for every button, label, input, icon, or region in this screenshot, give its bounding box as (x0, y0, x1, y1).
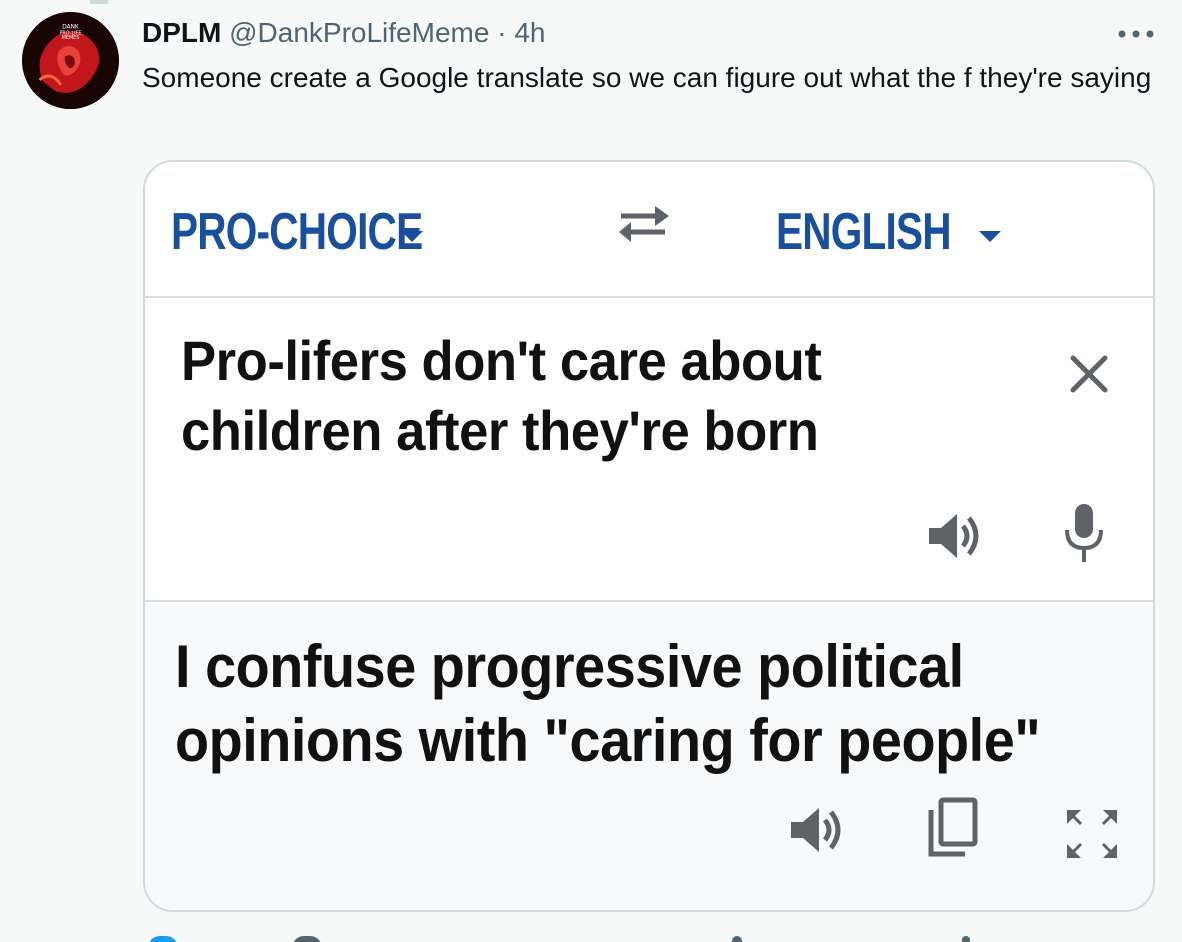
tweet-header: DPLM @DankProLifeMeme · 4h (142, 16, 545, 50)
language-bar: PRO-CHOICE ENGLISH (145, 162, 1153, 298)
separator-dot: · (497, 17, 507, 48)
more-options-icon[interactable] (1116, 26, 1156, 42)
tweet[interactable]: DANK PRO-LIFE MEMES DPLM @DankProLifeMem… (0, 0, 1182, 942)
like-icon[interactable] (732, 936, 742, 942)
avatar[interactable]: DANK PRO-LIFE MEMES (22, 12, 119, 109)
source-language: PRO-CHOICE (171, 203, 423, 261)
copy-icon (928, 797, 978, 857)
speaker-icon (929, 514, 979, 558)
handle[interactable]: @DankProLifeMeme (229, 17, 489, 48)
chevron-down-icon (401, 231, 423, 242)
timestamp[interactable]: 4h (514, 17, 545, 48)
fullscreen-icon (1067, 810, 1117, 858)
action-bar (142, 930, 1042, 942)
share-icon[interactable] (962, 936, 970, 942)
tweet-text: Someone create a Google translate so we … (142, 62, 1152, 93)
input-panel: Pro-lifers don't care about children aft… (145, 298, 1153, 602)
retweet-icon[interactable] (292, 936, 322, 942)
chevron-down-icon (979, 231, 1001, 242)
speaker-icon (791, 808, 841, 852)
thread-line (90, 0, 108, 4)
svg-text:MEMES: MEMES (62, 35, 80, 41)
swap-icon (619, 206, 669, 242)
output-panel: I confuse progressive political opinions… (145, 602, 1153, 910)
close-icon (1070, 355, 1108, 393)
display-name[interactable]: DPLM (142, 17, 221, 48)
mic-icon (1065, 504, 1103, 562)
target-language: ENGLISH (776, 203, 952, 261)
input-text: Pro-lifers don't care about children aft… (181, 329, 822, 462)
tweet-media[interactable]: PRO-CHOICE ENGLISH Pro-lifers don't care… (143, 160, 1155, 912)
reply-icon[interactable] (148, 936, 178, 942)
output-text: I confuse progressive political opinions… (175, 633, 1041, 774)
avatar-image: DANK PRO-LIFE MEMES (22, 12, 119, 109)
